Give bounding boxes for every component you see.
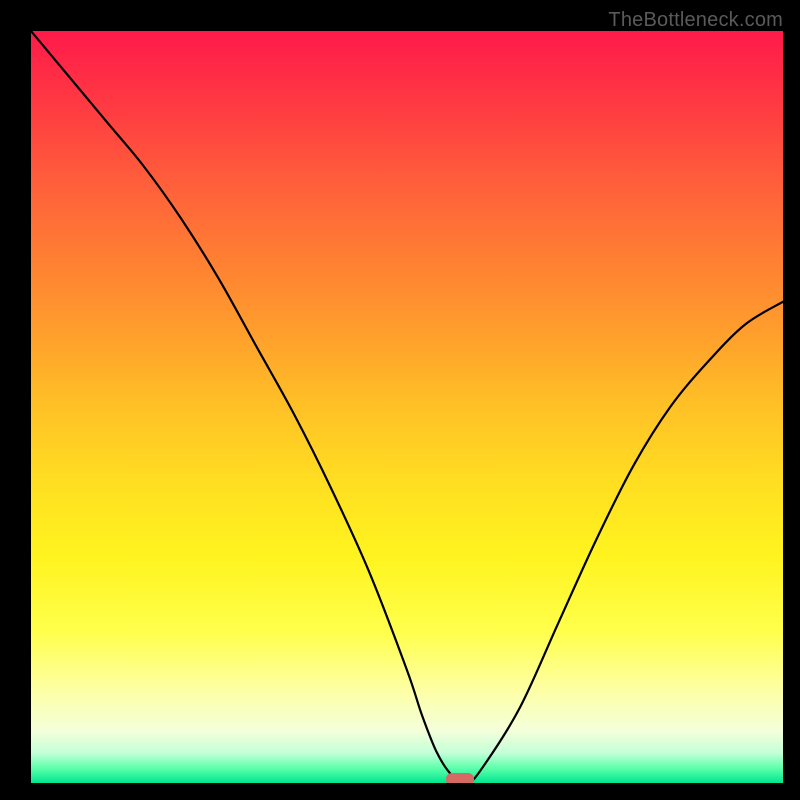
chart-frame: TheBottleneck.com — [7, 7, 793, 793]
watermark-text: TheBottleneck.com — [608, 9, 783, 32]
bottleneck-curve-line — [31, 31, 783, 783]
plot-area — [31, 31, 783, 783]
minimum-marker — [446, 773, 474, 783]
curve-svg — [31, 31, 783, 783]
